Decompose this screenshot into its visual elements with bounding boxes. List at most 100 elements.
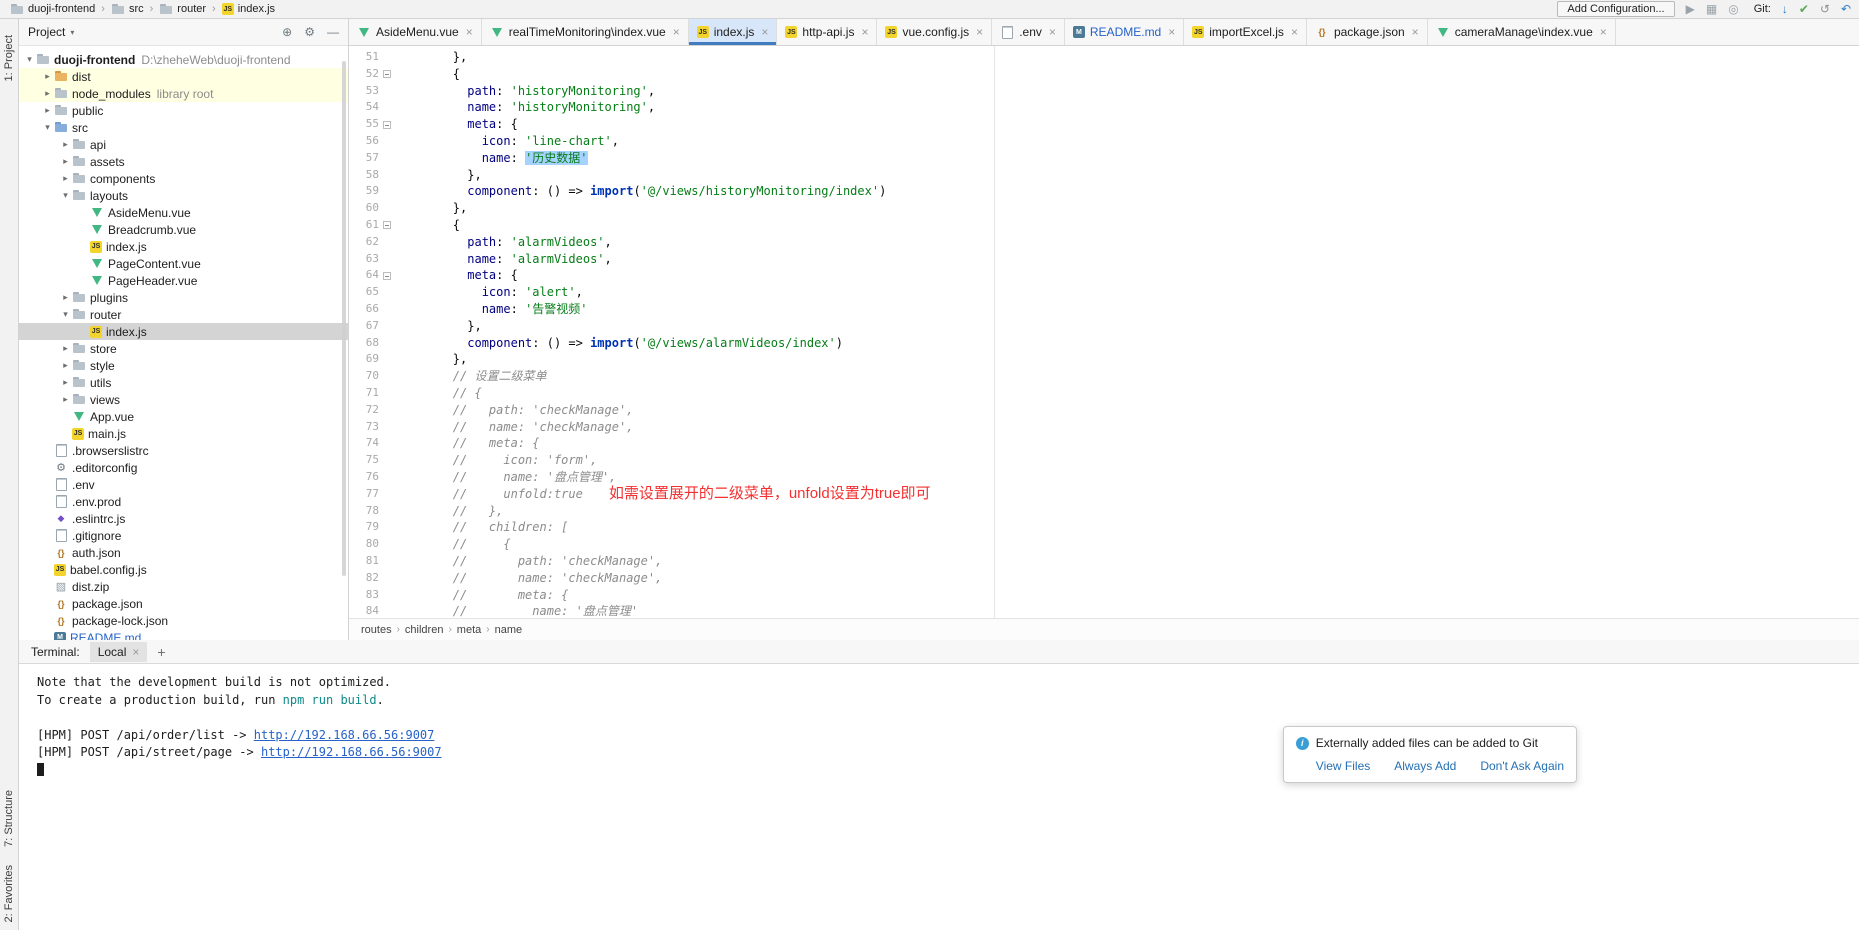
profiler-icon[interactable]: ◎ xyxy=(1728,3,1738,15)
run-icon[interactable]: ▶ xyxy=(1686,3,1695,15)
tree-item-api[interactable]: ▸api xyxy=(19,136,348,153)
notification-action-don-t-ask-again[interactable]: Don't Ask Again xyxy=(1480,759,1564,773)
hide-panel-icon[interactable]: — xyxy=(327,25,339,39)
code-breadcrumb-routes[interactable]: routes xyxy=(361,624,392,636)
tree-item-node-modules[interactable]: ▸node_moduleslibrary root xyxy=(19,85,348,102)
tree-item-babel-config-js[interactable]: JSbabel.config.js xyxy=(19,561,348,578)
close-icon[interactable]: × xyxy=(673,25,680,39)
tree-item-editorconfig[interactable]: ⚙.editorconfig xyxy=(19,459,348,476)
terminal-link[interactable]: http://192.168.66.56:9007 xyxy=(261,745,442,759)
close-icon[interactable]: × xyxy=(132,645,139,659)
tree-item-store[interactable]: ▸store xyxy=(19,340,348,357)
tree-item-dist[interactable]: ▸dist xyxy=(19,68,348,85)
tab-cameramanage-index-vue[interactable]: cameraManage\index.vue× xyxy=(1428,19,1616,45)
code-line: 60 }, xyxy=(349,200,1859,217)
editor-surface[interactable]: 51 },52 {53 path: 'historyMonitoring',54… xyxy=(349,46,1859,618)
tree-item-env-prod[interactable]: .env.prod xyxy=(19,493,348,510)
close-icon[interactable]: × xyxy=(1291,25,1298,39)
tree-item-suffix: D:\zheheWeb\duoji-frontend xyxy=(141,53,290,67)
stripe-project-button[interactable]: 1: Project xyxy=(3,35,15,81)
tree-item-public[interactable]: ▸public xyxy=(19,102,348,119)
locate-file-icon[interactable]: ⊕ xyxy=(282,25,292,39)
git-update-icon[interactable]: ↓ xyxy=(1782,3,1788,15)
breadcrumb-item-src[interactable]: src xyxy=(109,3,146,16)
tab-index-js[interactable]: JSindex.js× xyxy=(689,19,778,45)
close-icon[interactable]: × xyxy=(761,25,768,39)
tab-importexcel-js[interactable]: JSimportExcel.js× xyxy=(1184,19,1307,45)
close-icon[interactable]: × xyxy=(1168,25,1175,39)
tree-item-components[interactable]: ▸components xyxy=(19,170,348,187)
tab-env[interactable]: .env× xyxy=(992,19,1065,45)
stripe-favorites-button[interactable]: 2: Favorites xyxy=(3,865,15,922)
project-view-selector[interactable]: Project ▾ xyxy=(28,25,74,39)
coverage-icon[interactable]: ▦ xyxy=(1706,3,1717,15)
gear-icon[interactable]: ⚙ xyxy=(304,25,315,39)
project-tree-scrollbar[interactable] xyxy=(342,61,346,576)
tree-item-readme-md[interactable]: MREADME.md xyxy=(19,629,348,640)
tree-item-asidemenu-vue[interactable]: AsideMenu.vue xyxy=(19,204,348,221)
tree-item-index-js[interactable]: JSindex.js xyxy=(19,238,348,255)
code-breadcrumb-meta[interactable]: meta xyxy=(457,624,481,636)
add-configuration-button[interactable]: Add Configuration... xyxy=(1557,1,1674,17)
fold-marker[interactable] xyxy=(383,70,391,78)
tab-package-json[interactable]: {}package.json× xyxy=(1307,19,1428,45)
tree-item-env[interactable]: .env xyxy=(19,476,348,493)
chevron-down-icon: ▾ xyxy=(41,122,54,133)
line-number: 83 xyxy=(349,587,379,604)
breadcrumb-item-index-js[interactable]: JSindex.js xyxy=(220,3,277,15)
tree-item-app-vue[interactable]: App.vue xyxy=(19,408,348,425)
tab-vue-config-js[interactable]: JSvue.config.js× xyxy=(877,19,992,45)
fold-marker[interactable] xyxy=(383,121,391,129)
git-commit-icon[interactable]: ✔ xyxy=(1799,3,1809,15)
tree-item-gitignore[interactable]: .gitignore xyxy=(19,527,348,544)
close-icon[interactable]: × xyxy=(466,25,473,39)
stripe-structure-button[interactable]: 7: Structure xyxy=(3,790,15,847)
new-terminal-button[interactable]: + xyxy=(157,644,165,660)
tree-item-eslintrc-js[interactable]: ◆.eslintrc.js xyxy=(19,510,348,527)
tree-item-router[interactable]: ▾router xyxy=(19,306,348,323)
tab-readme-md[interactable]: MREADME.md× xyxy=(1065,19,1184,45)
tab-asidemenu-vue[interactable]: AsideMenu.vue× xyxy=(349,19,482,45)
tab-realtimemonitoring-index-vue[interactable]: realTimeMonitoring\index.vue× xyxy=(482,19,689,45)
tree-item-layouts[interactable]: ▾layouts xyxy=(19,187,348,204)
notification-message: Externally added files can be added to G… xyxy=(1316,736,1538,750)
code-line: 52 { xyxy=(349,66,1859,83)
breadcrumb-item-duoji-frontend[interactable]: duoji-frontend xyxy=(8,3,97,16)
tree-item-index-js[interactable]: JSindex.js xyxy=(19,323,348,340)
close-icon[interactable]: × xyxy=(976,25,983,39)
tree-item-package-json[interactable]: {}package.json xyxy=(19,595,348,612)
code-breadcrumb-name[interactable]: name xyxy=(495,624,523,636)
git-history-icon[interactable]: ↺ xyxy=(1820,3,1830,15)
close-icon[interactable]: × xyxy=(1412,25,1419,39)
tree-item-breadcrumb-vue[interactable]: Breadcrumb.vue xyxy=(19,221,348,238)
tree-item-main-js[interactable]: JSmain.js xyxy=(19,425,348,442)
tree-item-browserslistrc[interactable]: .browserslistrc xyxy=(19,442,348,459)
code-breadcrumb-children[interactable]: children xyxy=(405,624,444,636)
notification-action-always-add[interactable]: Always Add xyxy=(1394,759,1456,773)
close-icon[interactable]: × xyxy=(1600,25,1607,39)
tree-item-dist-zip[interactable]: ▧dist.zip xyxy=(19,578,348,595)
tree-item-pagecontent-vue[interactable]: PageContent.vue xyxy=(19,255,348,272)
tree-item-auth-json[interactable]: {}auth.json xyxy=(19,544,348,561)
tree-item-views[interactable]: ▸views xyxy=(19,391,348,408)
line-number: 68 xyxy=(349,335,379,352)
close-icon[interactable]: × xyxy=(1049,25,1056,39)
tab-http-api-js[interactable]: JShttp-api.js× xyxy=(777,19,877,45)
tree-item-src[interactable]: ▾src xyxy=(19,119,348,136)
terminal-link[interactable]: http://192.168.66.56:9007 xyxy=(254,728,435,742)
terminal-tab-local[interactable]: Local × xyxy=(90,642,148,662)
fold-marker[interactable] xyxy=(383,272,391,280)
terminal-output[interactable]: Note that the development build is not o… xyxy=(19,664,1859,930)
tree-item-assets[interactable]: ▸assets xyxy=(19,153,348,170)
breadcrumb-item-router[interactable]: router xyxy=(157,3,208,16)
git-rollback-icon[interactable]: ↶ xyxy=(1841,3,1851,15)
tree-item-style[interactable]: ▸style xyxy=(19,357,348,374)
close-icon[interactable]: × xyxy=(861,25,868,39)
tree-item-duoji-frontend[interactable]: ▾duoji-frontendD:\zheheWeb\duoji-fronten… xyxy=(19,51,348,68)
tree-item-pageheader-vue[interactable]: PageHeader.vue xyxy=(19,272,348,289)
tree-item-utils[interactable]: ▸utils xyxy=(19,374,348,391)
fold-marker[interactable] xyxy=(383,221,391,229)
tree-item-plugins[interactable]: ▸plugins xyxy=(19,289,348,306)
tree-item-package-lock-json[interactable]: {}package-lock.json xyxy=(19,612,348,629)
notification-action-view-files[interactable]: View Files xyxy=(1316,759,1370,773)
